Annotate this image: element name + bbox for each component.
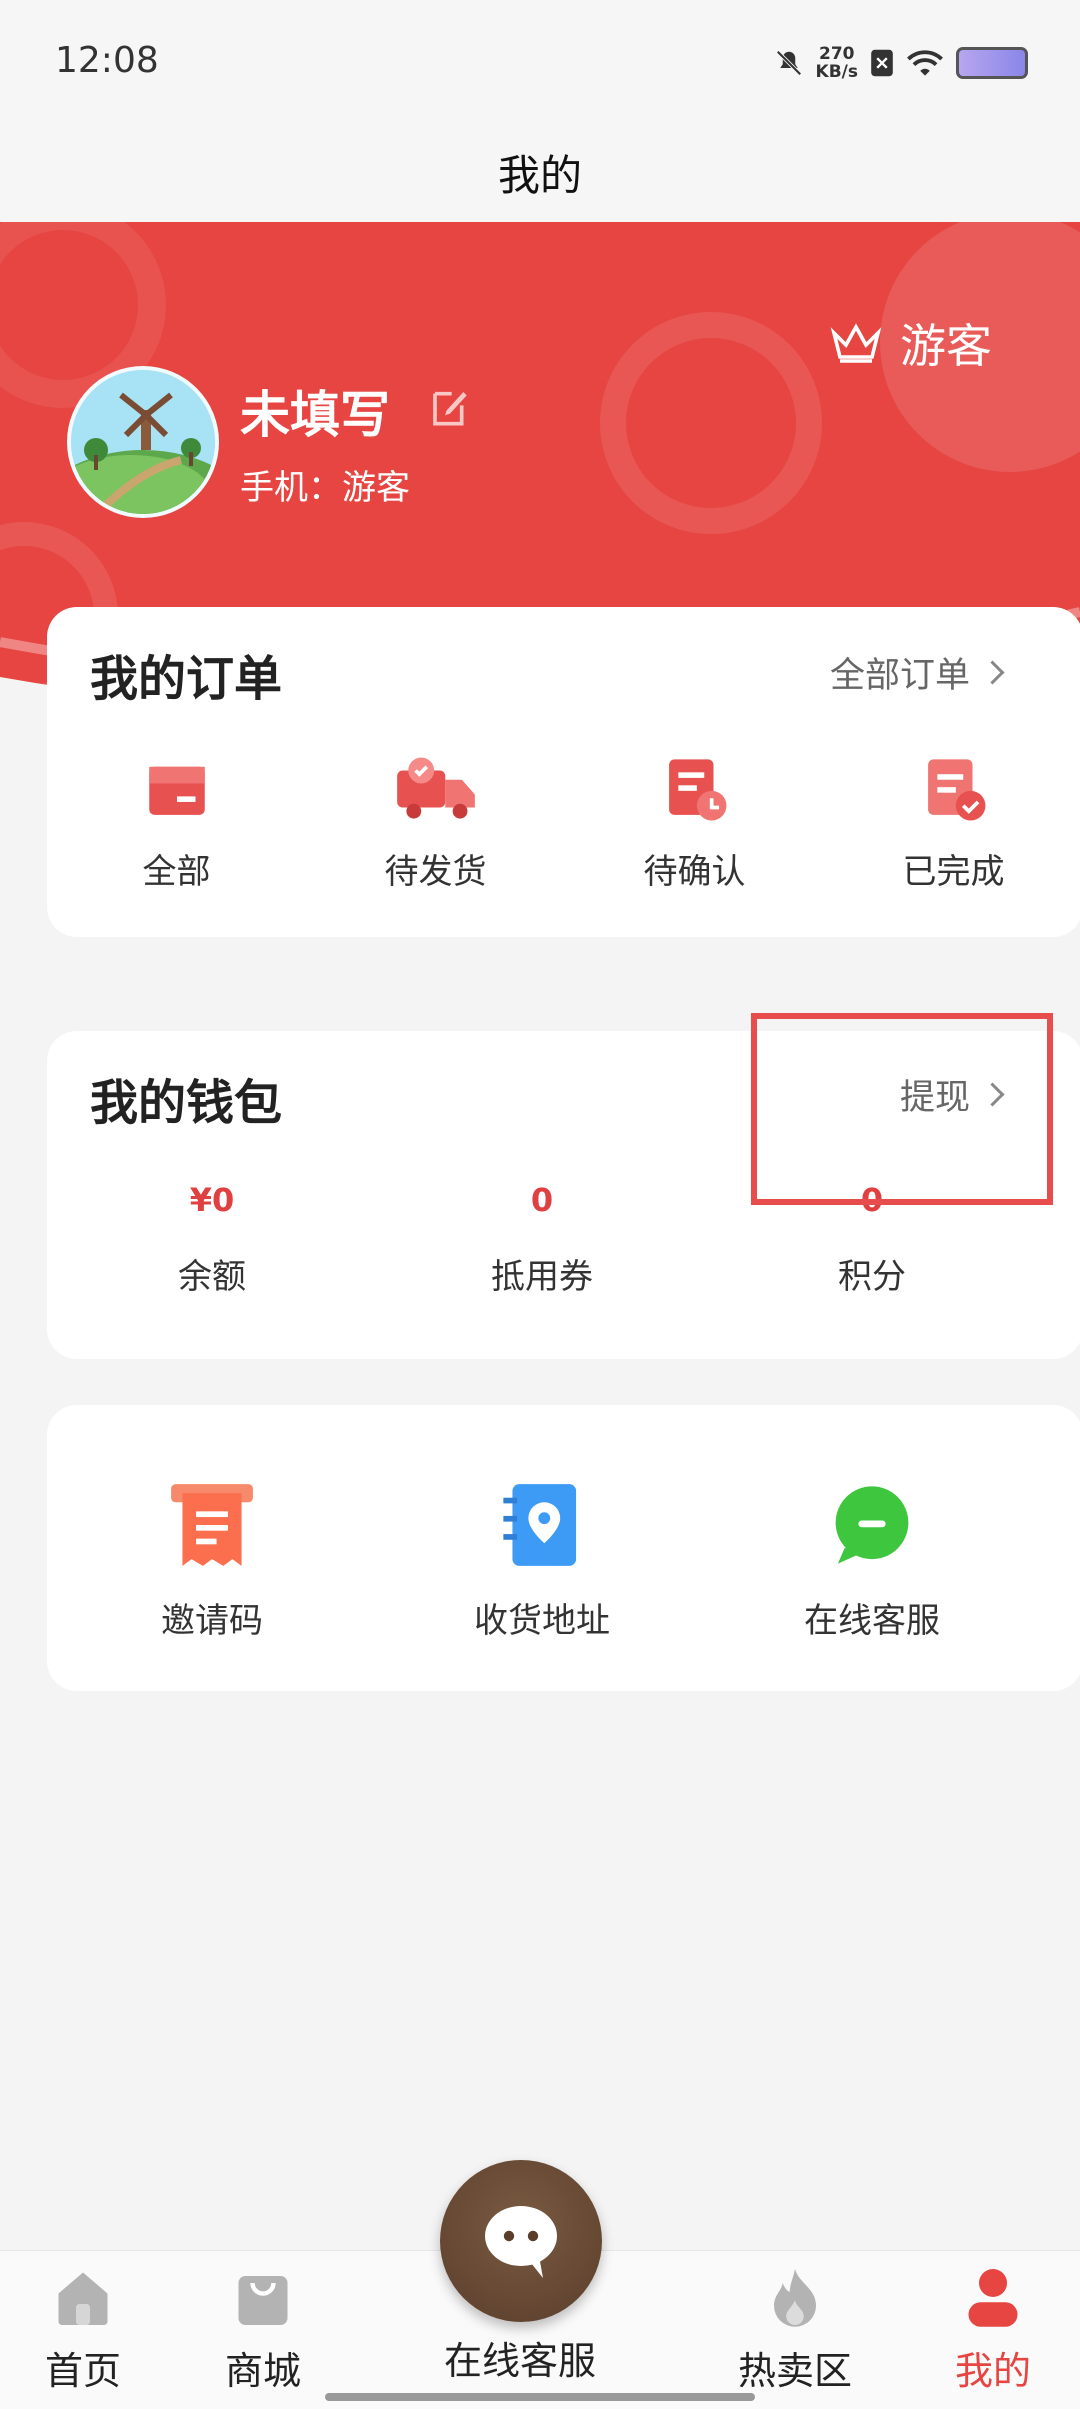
- page-title: 我的: [497, 151, 582, 200]
- mute-icon: [775, 50, 802, 76]
- order-tab-completed[interactable]: 已完成: [824, 752, 1080, 893]
- balance-value: ¥0: [189, 1181, 235, 1219]
- orders-card: 我的订单 全部订单 全部 待发货 待确认 已完成: [47, 607, 1080, 937]
- all-orders-label: 全部订单: [829, 656, 970, 696]
- chevron-right-icon: [980, 660, 1005, 685]
- service-label: 邀请码: [161, 1601, 263, 1641]
- balance-label: 余额: [178, 1257, 246, 1297]
- service-label: 在线客服: [804, 1601, 940, 1641]
- order-tab-all[interactable]: 全部: [47, 752, 306, 893]
- service-online-support[interactable]: 在线客服: [707, 1475, 1037, 1642]
- location-book-icon: [503, 1484, 577, 1566]
- wallet-coupons[interactable]: 0 抵用券: [377, 1181, 707, 1298]
- nav-mine[interactable]: 我的: [955, 2262, 1031, 2395]
- nav-hot-sale[interactable]: 热卖区: [738, 2262, 852, 2395]
- status-icons: 270 KB/s: [774, 38, 1028, 88]
- orders-title: 我的订单: [90, 651, 283, 707]
- order-tab-label: 待确认: [643, 852, 746, 892]
- nav-online-support-button[interactable]: [440, 2160, 602, 2322]
- chat-bubble-icon: [485, 2206, 557, 2278]
- fire-icon: [774, 2269, 816, 2327]
- nav-online-support[interactable]: 在线客服: [444, 2330, 596, 2385]
- withdraw-highlight-box: [751, 1013, 1053, 1205]
- box-icon: [148, 766, 205, 815]
- user-icon: [968, 2269, 1018, 2327]
- username[interactable]: 未填写: [240, 375, 390, 447]
- wallet-balance[interactable]: ¥0 余额: [47, 1181, 377, 1298]
- service-invite-code[interactable]: 邀请码: [47, 1475, 377, 1642]
- coupons-value: 0: [530, 1181, 554, 1219]
- clock-doc-icon: [668, 759, 726, 821]
- truck-icon: [396, 757, 475, 819]
- member-level[interactable]: 游客: [830, 310, 992, 376]
- wallet-title: 我的钱包: [90, 1075, 283, 1131]
- points-label: 积分: [838, 1257, 906, 1297]
- status-time: 12:08: [55, 40, 159, 81]
- avatar[interactable]: [67, 366, 219, 518]
- order-tab-label: 已完成: [902, 852, 1005, 892]
- coupons-label: 抵用券: [491, 1257, 593, 1297]
- no-sim-icon: [871, 49, 893, 77]
- service-address[interactable]: 收货地址: [377, 1475, 707, 1642]
- service-label: 收货地址: [474, 1601, 610, 1641]
- order-tab-to-ship[interactable]: 待发货: [306, 752, 565, 893]
- order-tab-to-confirm[interactable]: 待确认: [565, 752, 824, 893]
- check-doc-icon: [927, 759, 985, 821]
- receipt-icon: [171, 1484, 253, 1566]
- nav-home[interactable]: 首页: [45, 2262, 121, 2395]
- nav-mall[interactable]: 商城: [225, 2262, 301, 2395]
- bag-icon: [238, 2276, 288, 2325]
- phone-label: 手机：游客: [240, 468, 410, 508]
- services-card: 邀请码 收货地址 在线客服: [47, 1405, 1080, 1691]
- chat-icon: [835, 1486, 909, 1564]
- crown-icon: [830, 323, 882, 363]
- member-level-label: 游客: [900, 319, 992, 373]
- network-speed: 270 KB/s: [815, 44, 858, 82]
- order-tab-label: 待发货: [384, 852, 487, 892]
- edit-icon[interactable]: [430, 385, 470, 429]
- all-orders-link[interactable]: 全部订单: [829, 647, 1005, 698]
- wifi-icon: [907, 50, 943, 76]
- home-indicator[interactable]: [325, 2393, 755, 2401]
- home-icon: [58, 2272, 108, 2325]
- order-tab-label: 全部: [142, 852, 211, 892]
- battery-icon: [956, 47, 1028, 79]
